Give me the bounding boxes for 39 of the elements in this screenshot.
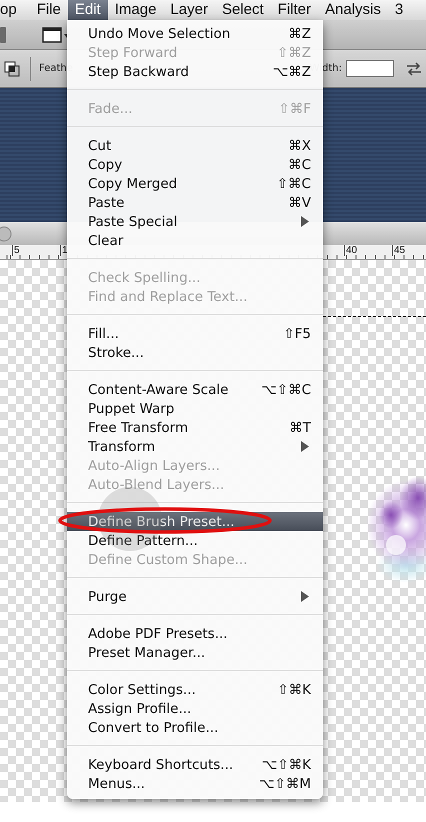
intersect-selection-icon[interactable] xyxy=(4,60,20,76)
menu-bar-item[interactable]: Edit xyxy=(68,0,108,20)
menu-item[interactable]: Keyboard Shortcuts... ⌥⇧⌘K xyxy=(67,755,323,774)
menu-item[interactable]: Color Settings... ⇧⌘K xyxy=(67,680,323,699)
ruler-label: 5 xyxy=(12,245,20,256)
menu-item[interactable]: Fill... ⇧F5 xyxy=(67,324,323,343)
tool-icon[interactable] xyxy=(0,26,8,44)
width-field[interactable] xyxy=(346,60,394,77)
menu-bar-item[interactable]: Analysis xyxy=(318,0,388,20)
menu-item[interactable]: Transform xyxy=(67,437,323,456)
menu-item[interactable]: Preset Manager... xyxy=(67,643,323,662)
menu-item[interactable]: Undo Move Selection ⌘Z xyxy=(67,24,323,43)
menu-bar-item[interactable]: Layer xyxy=(163,0,215,20)
menu-bar-item[interactable]: 3 xyxy=(388,0,410,20)
screen-mode-icon[interactable] xyxy=(42,26,70,44)
menu-item[interactable]: Paste ⌘V xyxy=(67,193,323,212)
menu-item[interactable]: Convert to Profile... xyxy=(67,718,323,737)
menu-item[interactable]: Paste Special xyxy=(67,212,323,231)
menu-bar-item[interactable]: File xyxy=(30,0,68,20)
menu-item[interactable]: Copy Merged ⇧⌘C xyxy=(67,174,323,193)
menu-item[interactable]: Free Transform ⌘T xyxy=(67,418,323,437)
menu-item[interactable]: Stroke... xyxy=(67,343,323,362)
menu-item[interactable]: Cut ⌘X xyxy=(67,136,323,155)
menu-item[interactable]: Define Pattern... xyxy=(67,531,323,550)
menu-bar-item[interactable]: Filter xyxy=(270,0,318,20)
menu-item[interactable]: Clear xyxy=(67,231,323,250)
menu-item[interactable]: Menus... ⌥⇧⌘M xyxy=(67,774,323,793)
menu-item[interactable]: Copy ⌘C xyxy=(67,155,323,174)
swap-icon[interactable] xyxy=(406,62,422,76)
menu-bar-item[interactable]: Select xyxy=(214,0,271,20)
menu-item[interactable]: Purge xyxy=(67,587,323,606)
menu-item[interactable]: Content-Aware Scale ⌥⇧⌘C xyxy=(67,380,323,399)
ruler-label: 45 xyxy=(392,245,406,256)
menu-bar-item[interactable]: op xyxy=(0,0,24,20)
ruler-label: 40 xyxy=(344,245,358,256)
menu-item[interactable]: Puppet Warp xyxy=(67,399,323,418)
menu-item[interactable]: Assign Profile... xyxy=(67,699,323,718)
menu-item[interactable]: Adobe PDF Presets... xyxy=(67,624,323,643)
menu-bar-item[interactable]: Image xyxy=(108,0,164,20)
